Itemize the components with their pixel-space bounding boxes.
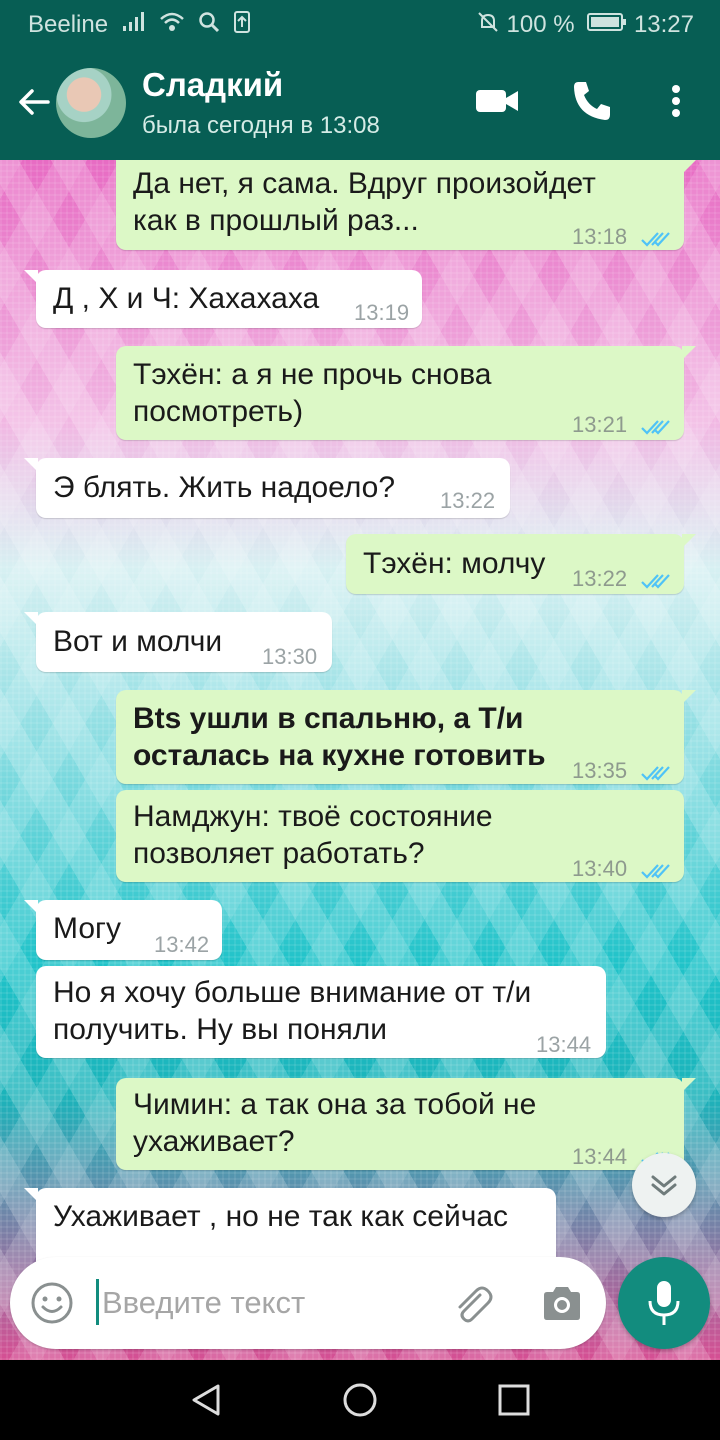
message-text: Ухаживает , но не так как сейчас [53,1200,509,1233]
back-arrow-icon[interactable] [14,82,54,122]
message-bubble[interactable]: Тэхён: молчу 13:22 [346,534,696,594]
message-composer [10,1257,606,1349]
message-time: 13:22 [440,488,496,513]
message-text: Чимин: а так она за тобой не ухаживает? [133,1088,537,1158]
message-time: 13:44 [536,1032,592,1057]
wifi-icon [159,11,185,40]
nav-back-icon[interactable] [188,1382,224,1423]
microphone-icon [648,1281,680,1325]
status-bar: Beeline 100 % 13:27 [0,0,720,48]
paperclip-icon[interactable] [450,1281,494,1330]
double-check-icon [640,408,672,435]
contact-name[interactable]: Сладкий [142,66,283,104]
double-check-icon [640,562,672,589]
message-bubble[interactable]: Э блять. Жить надоело? 13:22 [24,458,510,518]
message-time: 13:19 [354,300,410,325]
message-bubble[interactable]: Bts ушли в спальню, а Т/и осталась на ку… [116,690,696,784]
message-bubble[interactable]: Д , Х и Ч: Хахахаха 13:19 [24,270,422,328]
nav-recents-icon[interactable] [496,1382,532,1423]
double-chevron-down-icon [651,1175,677,1196]
message-text: Bts ушли в спальню, а Т/и осталась на ку… [133,702,546,772]
message-time: 13:30 [262,644,318,669]
chat-area[interactable]: Да нет, я сама. Вдруг произойдет как в п… [0,160,720,1360]
message-time: 13:42 [154,932,210,957]
message-time: 13:18 [572,224,628,249]
message-text: Намджун: твоё состояние позволяет работа… [133,800,493,870]
double-check-icon [640,754,672,781]
upload-icon [233,10,251,41]
message-text: Д , Х и Ч: Хахахаха [53,282,320,315]
phone-icon[interactable] [570,78,614,129]
signal-icon [121,11,147,40]
message-time: 13:21 [572,412,628,437]
nav-home-icon[interactable] [342,1382,378,1423]
message-bubble[interactable]: Да нет, я сама. Вдруг произойдет как в п… [116,160,696,250]
last-seen: была сегодня в 13:08 [142,112,380,139]
message-text: Да нет, я сама. Вдруг произойдет как в п… [133,167,596,237]
message-text: Э блять. Жить надоело? [53,471,396,504]
message-bubble[interactable]: Вот и молчи 13:30 [24,612,332,672]
message-text: Тэхён: молчу [363,547,546,580]
message-text: Вот и молчи [53,625,223,658]
chat-header: Сладкий была сегодня в 13:08 [0,48,720,160]
clock: 13:27 [633,10,694,38]
message-text: Могу [53,912,121,945]
message-bubble[interactable]: Намджун: твоё состояние позволяет работа… [116,790,684,882]
voice-record-button[interactable] [618,1257,710,1349]
battery-percent: 100 % [506,10,575,38]
double-check-icon [640,852,672,879]
message-time: 13:44 [572,1144,628,1169]
search-icon [198,11,220,40]
camera-icon[interactable] [540,1283,584,1328]
system-nav-bar [0,1360,720,1440]
scroll-to-bottom-button[interactable] [632,1153,696,1217]
message-bubble[interactable]: Чимин: а так она за тобой не ухаживает? … [116,1078,696,1170]
message-time: 13:35 [572,758,628,783]
text-cursor [96,1279,99,1325]
message-time: 13:40 [572,856,628,881]
carrier-name: Beeline [28,10,109,38]
message-time: 13:22 [572,566,628,591]
message-text: Но я хочу больше внимание от т/и получит… [53,976,532,1046]
message-bubble[interactable]: Но я хочу больше внимание от т/и получит… [36,966,606,1058]
message-input[interactable] [102,1283,422,1323]
message-text: Тэхён: а я не прочь снова посмотреть) [133,358,492,428]
more-icon[interactable] [664,78,688,129]
battery-icon [587,11,627,40]
emoji-icon[interactable] [30,1281,74,1330]
bell-off-icon [476,10,500,41]
avatar[interactable] [56,68,126,138]
message-bubble[interactable]: Тэхён: а я не прочь снова посмотреть) 13… [116,346,696,440]
double-check-icon [640,220,672,247]
message-bubble[interactable]: Могу 13:42 [24,900,222,960]
video-call-icon[interactable] [474,78,520,129]
